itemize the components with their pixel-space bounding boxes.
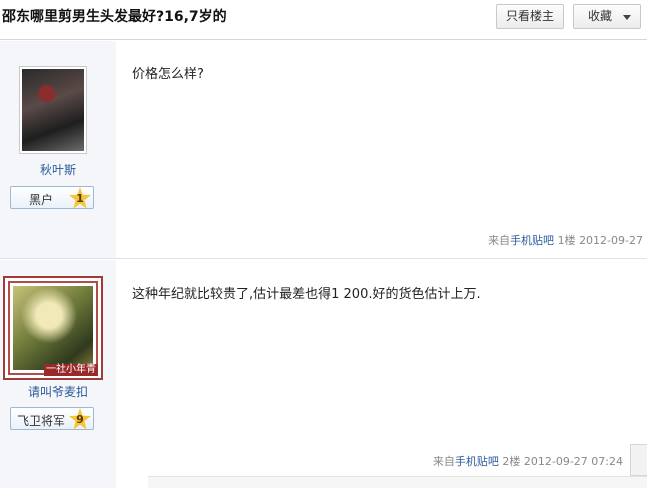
badge-label: 飞卫将军 xyxy=(16,414,65,428)
post-time: 2012-09-27 xyxy=(579,234,643,247)
avatar-tag: 一社小年青 xyxy=(44,364,98,376)
side-float-tab[interactable] xyxy=(630,444,647,476)
floor-number: 1楼 xyxy=(557,234,576,247)
chevron-down-icon xyxy=(623,15,631,20)
avatar[interactable] xyxy=(19,66,87,154)
post-floor-1: 秋叶斯 黑户 1 价格怎么样? 来自手机贴吧 1楼 2012-09-27 xyxy=(0,41,647,259)
bottom-strip xyxy=(148,476,647,488)
avatar[interactable]: 一社小年青 xyxy=(3,276,103,380)
thread-title: 邵东哪里剪男生头发最好?16,7岁的 xyxy=(2,9,227,25)
source-prefix: 来自 xyxy=(432,455,455,468)
source-prefix: 来自 xyxy=(488,234,511,247)
favorite-button[interactable]: 收藏 xyxy=(573,4,641,29)
username-link[interactable]: 秋叶斯 xyxy=(0,161,116,178)
level-star-icon: 1 xyxy=(69,187,91,209)
avatar-image xyxy=(13,286,93,370)
post-meta: 来自手机贴吧 2楼 2012-09-27 07:24 xyxy=(433,453,623,469)
level-star-icon: 9 xyxy=(69,408,91,430)
author-sidebar: 一社小年青 请叫爷麦扣 飞卫将军 9 xyxy=(0,260,116,488)
thread-header: 邵东哪里剪男生头发最好?16,7岁的 只看楼主 收藏 xyxy=(0,0,647,40)
author-sidebar: 秋叶斯 黑户 1 xyxy=(0,41,116,258)
post-body: 价格怎么样? 来自手机贴吧 1楼 2012-09-27 xyxy=(116,41,647,258)
only-op-button[interactable]: 只看楼主 xyxy=(496,4,564,29)
favorite-label: 收藏 xyxy=(588,9,613,23)
avatar-image xyxy=(22,69,84,151)
post-content: 价格怎么样? xyxy=(132,67,204,82)
username-link[interactable]: 请叫爷麦扣 xyxy=(0,383,116,400)
source-link[interactable]: 手机贴吧 xyxy=(455,455,499,468)
post-meta: 来自手机贴吧 1楼 2012-09-27 xyxy=(488,232,643,248)
post-floor-2: 一社小年青 请叫爷麦扣 飞卫将军 9 这种年纪就比较贵了,估计最差也得1 200… xyxy=(0,260,647,488)
member-badge[interactable]: 飞卫将军 9 xyxy=(10,407,94,430)
floor-number: 2楼 xyxy=(502,455,521,468)
post-time: 2012-09-27 07:24 xyxy=(523,455,623,468)
member-badge[interactable]: 黑户 1 xyxy=(10,186,94,209)
source-link[interactable]: 手机贴吧 xyxy=(510,234,554,247)
post-body: 这种年纪就比较贵了,估计最差也得1 200.好的货色估计上万. 来自手机贴吧 2… xyxy=(116,260,647,488)
post-content: 这种年纪就比较贵了,估计最差也得1 200.好的货色估计上万. xyxy=(132,287,481,302)
badge-label: 黑户 xyxy=(28,193,53,207)
